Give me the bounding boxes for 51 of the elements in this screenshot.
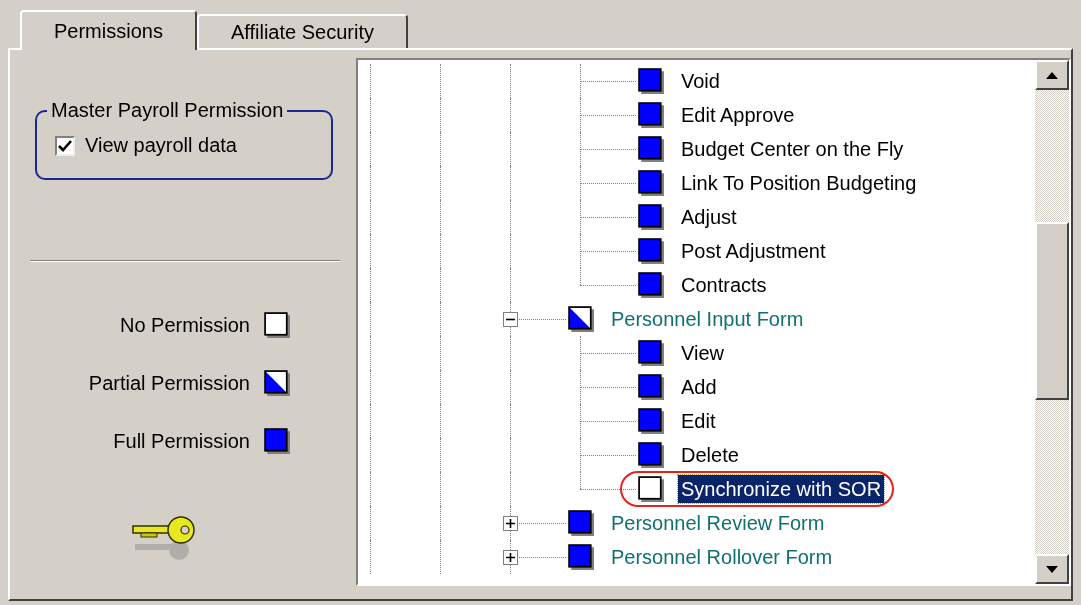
full-permission-icon[interactable]	[638, 442, 664, 468]
scrollbar[interactable]	[1035, 60, 1069, 584]
expand-toggle[interactable]	[503, 516, 518, 531]
scroll-down-button[interactable]	[1035, 554, 1069, 584]
tree-item[interactable]: Personnel Review Form	[608, 509, 828, 537]
checkbox-label: View payroll data	[85, 134, 237, 157]
tree-item[interactable]: Synchronize with SOR	[678, 475, 885, 503]
full-permission-icon[interactable]	[638, 238, 664, 264]
tab[interactable]: Affiliate Security	[196, 14, 408, 48]
partial-permission-icon[interactable]	[264, 370, 290, 396]
tree-item[interactable]: Edit	[678, 407, 719, 435]
tree-item[interactable]: Contracts	[678, 271, 770, 299]
tree-item[interactable]: Post Adjustment	[678, 237, 829, 265]
down-arrow-icon	[1046, 565, 1058, 573]
no-permission-icon[interactable]	[638, 476, 664, 502]
tree-item[interactable]: Adjust	[678, 203, 740, 231]
full-permission-icon[interactable]	[568, 544, 594, 570]
tree-item[interactable]: Personnel Input Form	[608, 305, 807, 333]
legend-label: Full Permission	[113, 429, 250, 453]
legend-label: Partial Permission	[88, 371, 250, 395]
full-permission-icon[interactable]	[264, 428, 290, 454]
scroll-up-button[interactable]	[1035, 60, 1069, 90]
no-permission-icon[interactable]	[264, 312, 290, 338]
full-permission-icon[interactable]	[638, 408, 664, 434]
tree-item[interactable]: Link To Position Budgeting	[678, 169, 920, 197]
full-permission-icon[interactable]	[568, 510, 594, 536]
tree-item[interactable]: Budget Center on the Fly	[678, 135, 907, 163]
full-permission-icon[interactable]	[638, 68, 664, 94]
plus-icon	[506, 519, 515, 528]
tree-item[interactable]: View	[678, 339, 727, 367]
tab[interactable]: Permissions	[20, 10, 197, 50]
full-permission-icon[interactable]	[638, 102, 664, 128]
tree-item[interactable]: Delete	[678, 441, 742, 469]
expand-toggle[interactable]	[503, 550, 518, 565]
full-permission-icon[interactable]	[638, 374, 664, 400]
plus-icon	[506, 553, 515, 562]
full-permission-icon[interactable]	[638, 170, 664, 196]
checkbox[interactable]	[55, 135, 75, 156]
full-permission-icon[interactable]	[638, 204, 664, 230]
collapse-toggle[interactable]	[503, 312, 518, 327]
partial-permission-icon[interactable]	[568, 306, 594, 332]
tree-item[interactable]: Personnel Rollover Form	[608, 543, 836, 571]
up-arrow-icon	[1046, 71, 1058, 79]
full-permission-icon[interactable]	[638, 272, 664, 298]
full-permission-icon[interactable]	[638, 340, 664, 366]
tree-item[interactable]: Add	[678, 373, 720, 401]
full-permission-icon[interactable]	[638, 136, 664, 162]
scroll-thumb[interactable]	[1035, 222, 1069, 400]
tree-item[interactable]: Void	[678, 67, 723, 95]
tree-item[interactable]: Edit Approve	[678, 101, 798, 129]
legend-label: No Permission	[119, 313, 250, 337]
